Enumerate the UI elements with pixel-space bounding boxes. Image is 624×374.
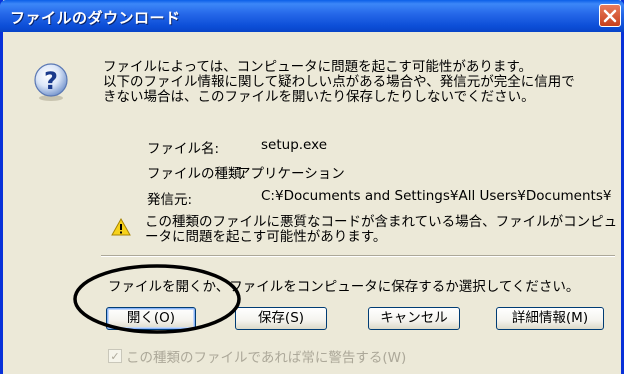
file-source-value: C:¥Documents and Settings¥All Users¥Docu… — [261, 188, 611, 204]
file-name-label: ファイル名: — [147, 141, 220, 157]
checkbox-label: この種類のファイルであれば常に警告する(W) — [126, 350, 407, 366]
file-name-value: setup.exe — [261, 137, 327, 153]
intro-line: きない場合は、このファイルを開いたり保存したりしないでください。 — [103, 89, 535, 105]
warning-text: この種類のファイルに悪質なコードが含まれている場合、ファイルがコンピュ ータに問… — [145, 215, 617, 245]
intro-text: ファイルによっては、コンピュータに問題を起こす可能性があります。 以下のファイル… — [103, 60, 575, 105]
cancel-button[interactable]: キャンセル — [368, 307, 460, 330]
save-button[interactable]: 保存(S) — [235, 307, 327, 330]
annotation-ellipse — [73, 264, 241, 334]
warning-icon — [111, 218, 131, 236]
intro-line: 以下のファイル情報に関して疑わしい点がある場合や、発信元が完全に信用で — [103, 74, 575, 90]
checkbox-checked-icon[interactable]: ✓ — [108, 349, 122, 363]
file-type-label: ファイルの種類: — [147, 166, 247, 182]
warning-line: この種類のファイルに悪質なコードが含まれている場合、ファイルがコンピュ — [145, 214, 618, 230]
file-source-label: 発信元: — [147, 192, 193, 208]
close-icon — [603, 9, 617, 22]
warning-line: ータに問題を起こす可能性があります。 — [145, 229, 387, 245]
title-bar[interactable]: ファイルのダウンロード — [0, 0, 624, 32]
always-warn-checkbox-row[interactable]: ✓ この種類のファイルであれば常に警告する(W) — [108, 346, 406, 366]
file-type-value: アプリケーション — [237, 166, 345, 182]
close-button[interactable] — [599, 4, 621, 27]
question-icon: ? — [34, 63, 68, 101]
details-button[interactable]: 詳細情報(M) — [496, 307, 604, 330]
divider — [101, 255, 615, 257]
window-title: ファイルのダウンロード — [10, 9, 181, 27]
intro-line: ファイルによっては、コンピュータに問題を起こす可能性があります。 — [103, 59, 533, 75]
svg-text:?: ? — [44, 67, 58, 95]
